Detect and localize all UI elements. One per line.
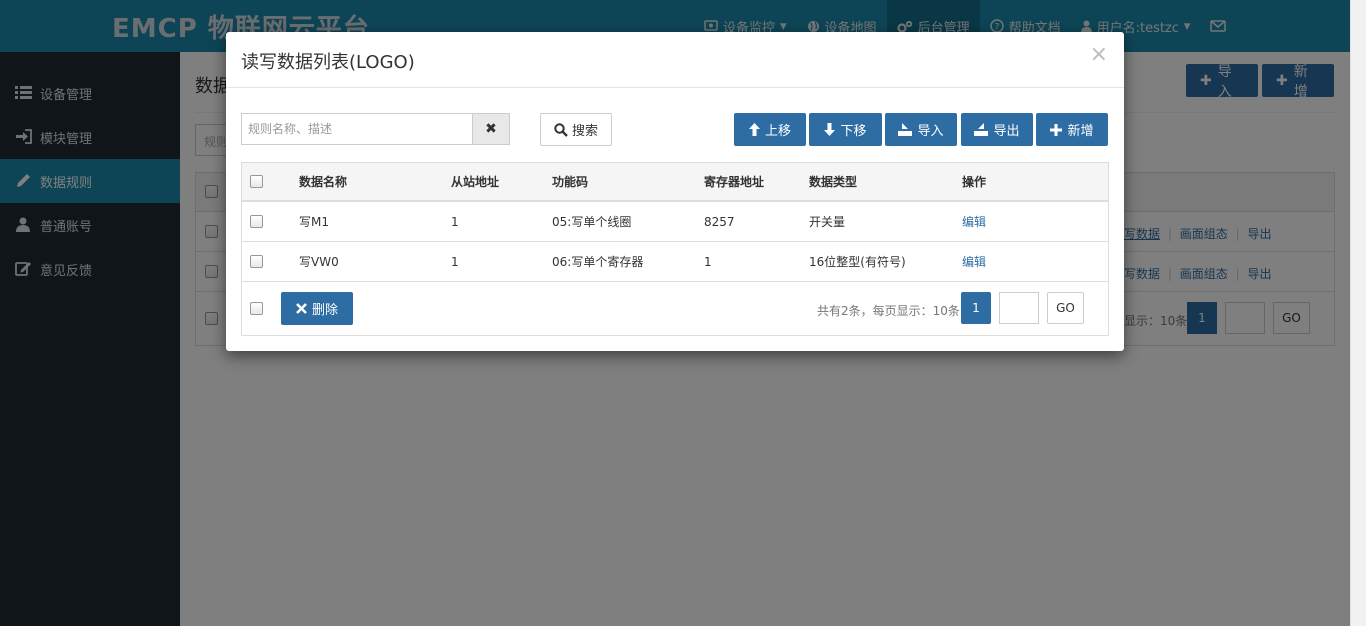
pagination-info: 共有2条，每页显示：10条 (817, 304, 960, 318)
cell-type: 16位整型(有符号) (809, 255, 906, 269)
edit-link[interactable]: 编辑 (962, 202, 986, 241)
cell-type: 开关量 (809, 215, 846, 229)
modal-header: 读写数据列表(LOGO) × (226, 32, 1124, 88)
col-header-name: 数据名称 (299, 175, 348, 189)
table-row: 写M1 1 05:写单个线圈 8257 开关量 编辑 (242, 202, 1108, 242)
cell-register: 8257 (704, 214, 735, 229)
page-number[interactable]: 1 (961, 292, 991, 324)
move-up-button[interactable]: 上移 (734, 113, 806, 146)
search-button[interactable]: 搜索 (540, 113, 612, 146)
clear-search-button[interactable]: ✖ (472, 114, 509, 144)
cell-station: 1 (451, 214, 459, 229)
arrow-up-icon (748, 123, 760, 136)
select-all-checkbox[interactable] (250, 175, 263, 188)
col-header-function: 功能码 (552, 175, 589, 189)
export-icon (974, 123, 989, 136)
cell-function: 06:写单个寄存器 (552, 255, 644, 269)
col-header-register: 寄存器地址 (704, 175, 765, 189)
search-group: ✖ (241, 113, 510, 145)
cell-name: 写VW0 (299, 255, 339, 269)
table-footer: 删除 共有2条，每页显示：10条 1 GO (242, 283, 1108, 335)
scrollbar[interactable] (1350, 0, 1366, 626)
import-button[interactable]: 导入 (885, 113, 957, 146)
page-jump-input[interactable] (999, 292, 1039, 324)
go-button[interactable]: GO (1047, 292, 1084, 324)
import-icon (898, 123, 913, 136)
close-icon (296, 303, 307, 314)
table-header: 数据名称 从站地址 功能码 寄存器地址 数据类型 操作 (242, 163, 1108, 202)
export-button[interactable]: 导出 (961, 113, 1033, 146)
close-icon: ✖ (485, 121, 497, 137)
delete-button[interactable]: 删除 (281, 292, 353, 325)
search-icon (554, 122, 568, 137)
close-icon[interactable]: × (1090, 44, 1108, 66)
read-write-data-modal: 读写数据列表(LOGO) × ✖ 搜索 上移 下移 导入 导出 新增 数据名称 … (226, 32, 1124, 351)
arrow-down-icon (824, 123, 836, 136)
modal-title: 读写数据列表(LOGO) (241, 52, 415, 73)
row-checkbox[interactable] (250, 255, 263, 268)
plus-icon (1050, 123, 1063, 136)
add-button[interactable]: 新增 (1036, 113, 1108, 146)
cell-function: 05:写单个线圈 (552, 215, 632, 229)
row-checkbox[interactable] (250, 215, 263, 228)
edit-link[interactable]: 编辑 (962, 242, 986, 281)
col-header-station: 从站地址 (451, 175, 500, 189)
col-header-type: 数据类型 (809, 175, 858, 189)
move-down-button[interactable]: 下移 (809, 113, 882, 146)
cell-name: 写M1 (299, 215, 329, 229)
search-input[interactable] (242, 114, 472, 144)
cell-register: 1 (704, 254, 712, 269)
data-table: 数据名称 从站地址 功能码 寄存器地址 数据类型 操作 写M1 1 05:写单个… (241, 162, 1109, 336)
footer-checkbox[interactable] (250, 302, 263, 315)
col-header-action: 操作 (962, 175, 987, 189)
table-row: 写VW0 1 06:写单个寄存器 1 16位整型(有符号) 编辑 (242, 242, 1108, 282)
cell-station: 1 (451, 254, 459, 269)
